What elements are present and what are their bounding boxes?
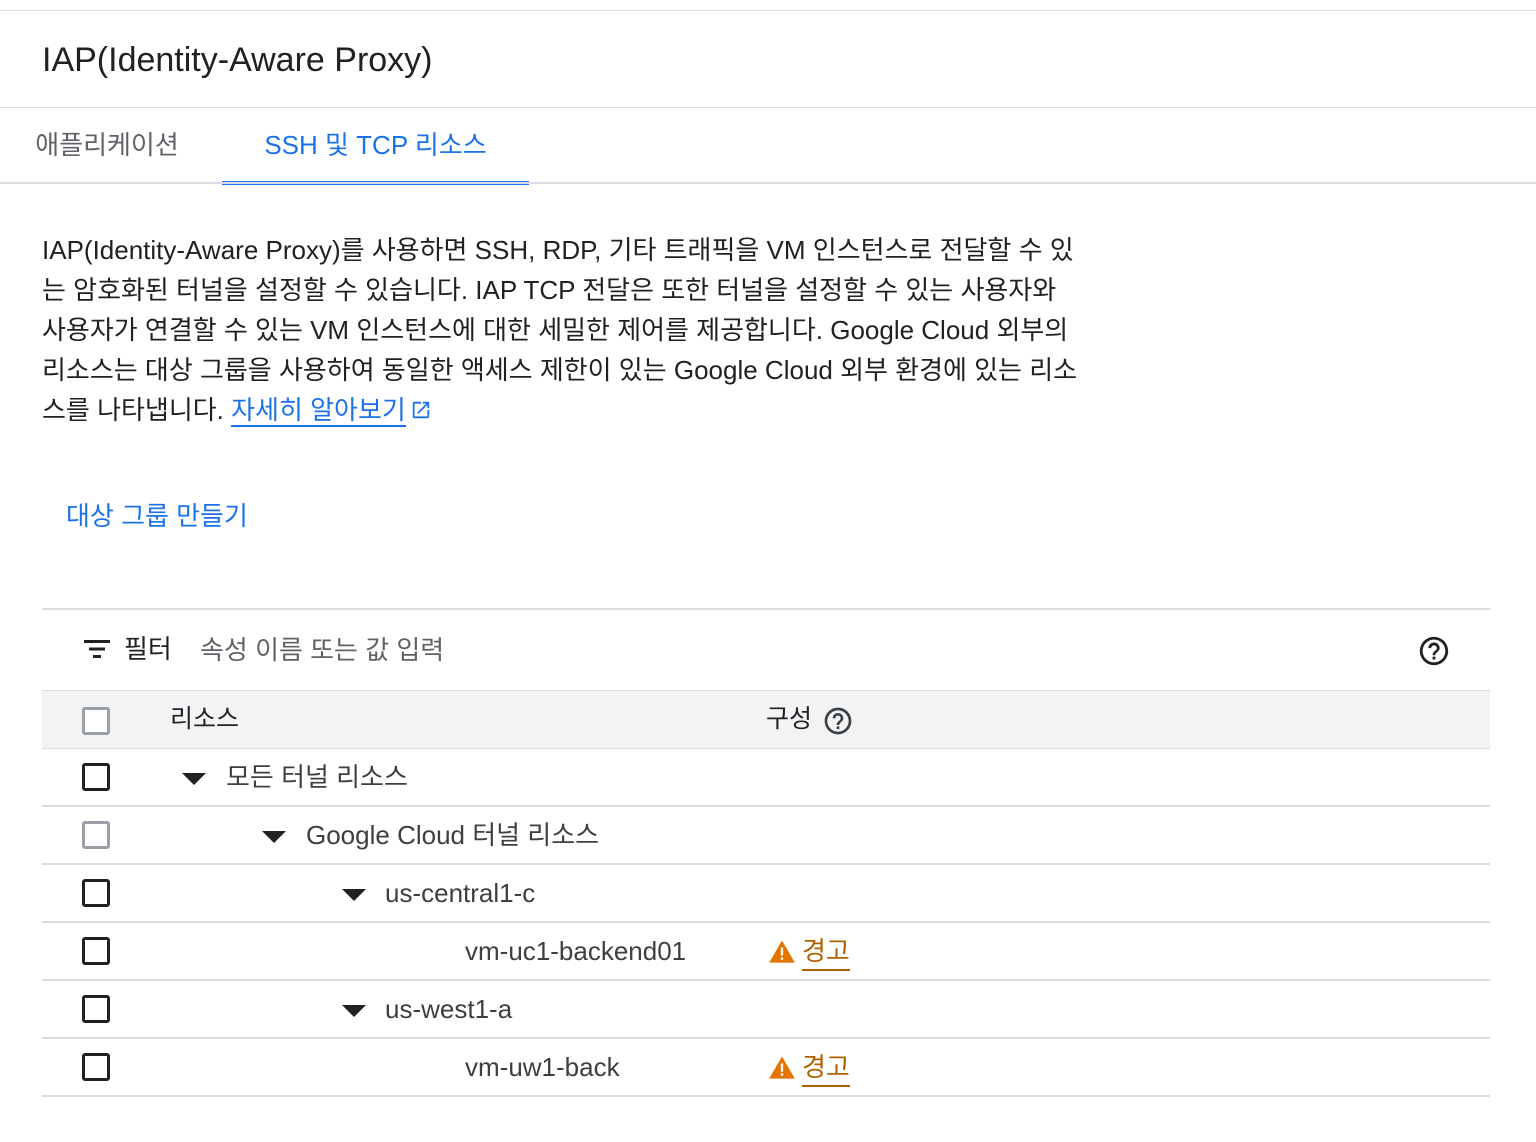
row-label: vm-uc1-backend01 bbox=[465, 936, 687, 966]
caret-down-icon[interactable] bbox=[182, 773, 206, 785]
column-header-config: 구성 bbox=[766, 705, 813, 733]
top-border bbox=[0, 10, 1536, 11]
help-icon[interactable] bbox=[822, 705, 854, 742]
learn-more-label: 자세히 알아보기 bbox=[231, 395, 406, 425]
tab-bar: 애플리케이션 SSH 및 TCP 리소스 bbox=[0, 108, 1536, 185]
row-label: us-west1-a bbox=[385, 994, 513, 1024]
table-header: 리소스 구성 bbox=[42, 690, 1490, 749]
caret-down-icon[interactable] bbox=[262, 831, 286, 843]
tab-applications[interactable]: 애플리케이션 bbox=[22, 108, 192, 182]
tab-ssh-tcp-resources-label: SSH 및 TCP 리소스 bbox=[264, 130, 487, 160]
row-checkbox[interactable] bbox=[82, 879, 110, 907]
tabs-divider bbox=[0, 182, 1536, 184]
filter-input[interactable] bbox=[198, 628, 1402, 672]
page-title: IAP(Identity-Aware Proxy) bbox=[42, 41, 433, 79]
warning-icon bbox=[768, 938, 796, 969]
table-row: Google Cloud 터널 리소스 bbox=[42, 807, 1490, 865]
warning-link[interactable]: 경고 bbox=[802, 933, 850, 971]
tab-ssh-tcp-resources[interactable]: SSH 및 TCP 리소스 bbox=[222, 108, 529, 185]
help-icon[interactable] bbox=[1417, 634, 1451, 673]
filter-bar: 필터 bbox=[42, 610, 1490, 690]
caret-down-icon[interactable] bbox=[342, 1005, 366, 1017]
page-description: IAP(Identity-Aware Proxy)를 사용하면 SSH, RDP… bbox=[42, 230, 1082, 432]
table-row: 모든 터널 리소스 bbox=[42, 749, 1490, 807]
row-checkbox[interactable] bbox=[82, 821, 110, 849]
filter-label: 필터 bbox=[124, 634, 172, 664]
row-checkbox[interactable] bbox=[82, 763, 110, 791]
warning-link[interactable]: 경고 bbox=[802, 1049, 850, 1087]
create-target-group-button[interactable]: 대상 그룹 만들기 bbox=[54, 488, 260, 544]
row-label: Google Cloud 터널 리소스 bbox=[306, 820, 600, 850]
table-row: vm-uc1-backend01 경고 bbox=[42, 923, 1490, 981]
learn-more-link[interactable]: 자세히 알아보기 bbox=[231, 395, 406, 427]
filter-list-icon bbox=[82, 636, 112, 667]
column-header-resource: 리소스 bbox=[170, 705, 240, 733]
caret-down-icon[interactable] bbox=[342, 889, 366, 901]
row-label: vm-uw1-back bbox=[465, 1052, 620, 1082]
row-checkbox[interactable] bbox=[82, 937, 110, 965]
warning-icon bbox=[768, 1054, 796, 1085]
row-checkbox[interactable] bbox=[82, 995, 110, 1023]
table-row: us-west1-a bbox=[42, 981, 1490, 1039]
row-label: 모든 터널 리소스 bbox=[226, 762, 408, 792]
select-all-checkbox[interactable] bbox=[82, 707, 110, 735]
external-link-icon[interactable] bbox=[410, 392, 432, 432]
table-row: us-central1-c bbox=[42, 865, 1490, 923]
table-row: vm-uw1-back 경고 bbox=[42, 1039, 1490, 1097]
row-checkbox[interactable] bbox=[82, 1053, 110, 1081]
description-text: IAP(Identity-Aware Proxy)를 사용하면 SSH, RDP… bbox=[42, 235, 1078, 425]
row-label: us-central1-c bbox=[385, 878, 536, 908]
